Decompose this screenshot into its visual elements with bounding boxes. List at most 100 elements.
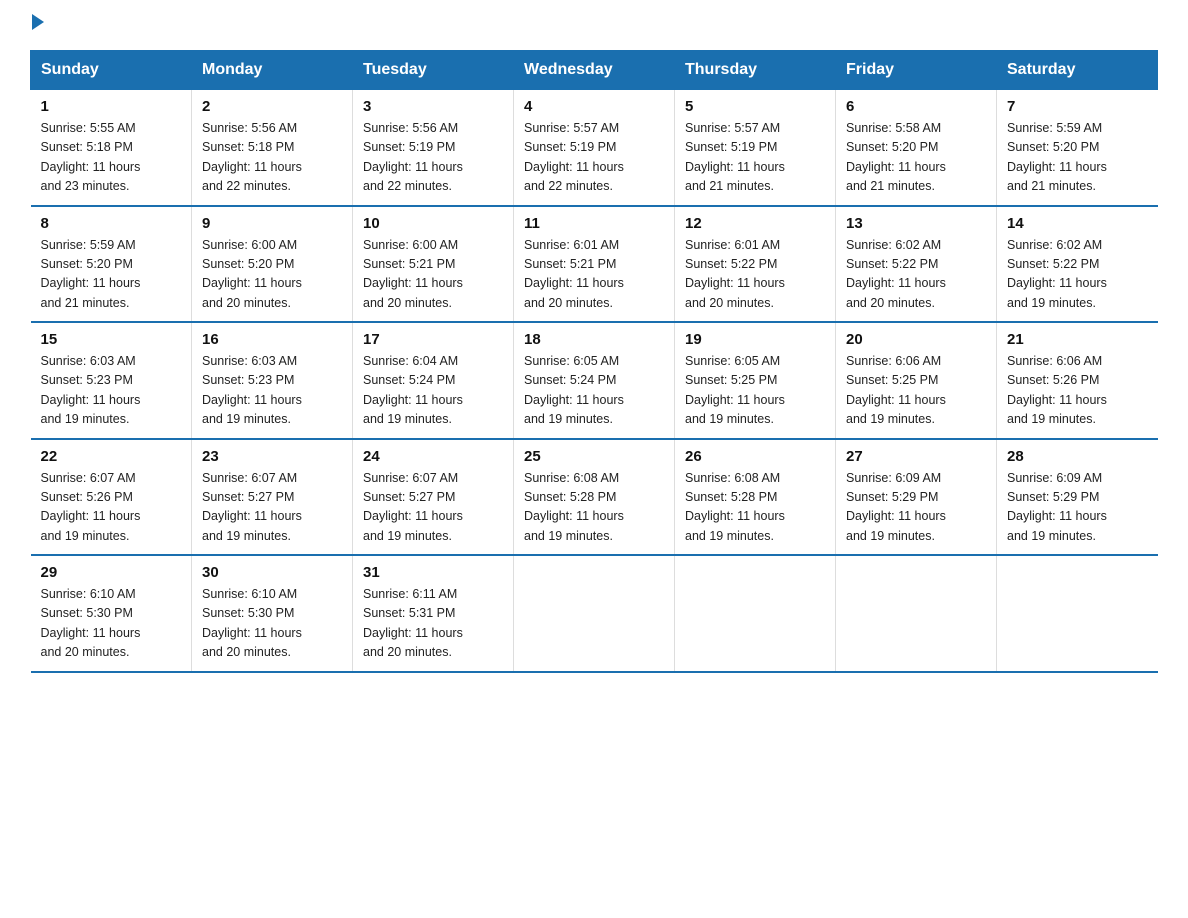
day-cell: 9 Sunrise: 6:00 AM Sunset: 5:20 PM Dayli… [192, 206, 353, 323]
day-cell: 13 Sunrise: 6:02 AM Sunset: 5:22 PM Dayl… [836, 206, 997, 323]
page-header [30, 20, 1158, 30]
day-info: Sunrise: 6:03 AM Sunset: 5:23 PM Dayligh… [202, 352, 342, 430]
day-cell [836, 555, 997, 672]
day-number: 31 [363, 564, 503, 581]
day-cell: 4 Sunrise: 5:57 AM Sunset: 5:19 PM Dayli… [514, 90, 675, 206]
day-number: 15 [41, 331, 182, 348]
day-number: 28 [1007, 448, 1148, 465]
day-number: 6 [846, 98, 986, 115]
day-cell: 29 Sunrise: 6:10 AM Sunset: 5:30 PM Dayl… [31, 555, 192, 672]
day-cell: 3 Sunrise: 5:56 AM Sunset: 5:19 PM Dayli… [353, 90, 514, 206]
day-number: 26 [685, 448, 825, 465]
day-cell: 11 Sunrise: 6:01 AM Sunset: 5:21 PM Dayl… [514, 206, 675, 323]
day-cell: 27 Sunrise: 6:09 AM Sunset: 5:29 PM Dayl… [836, 439, 997, 556]
day-number: 17 [363, 331, 503, 348]
header-cell-friday: Friday [836, 51, 997, 90]
day-number: 11 [524, 215, 664, 232]
day-number: 3 [363, 98, 503, 115]
day-info: Sunrise: 6:03 AM Sunset: 5:23 PM Dayligh… [41, 352, 182, 430]
day-cell: 24 Sunrise: 6:07 AM Sunset: 5:27 PM Dayl… [353, 439, 514, 556]
calendar-body: 1 Sunrise: 5:55 AM Sunset: 5:18 PM Dayli… [31, 90, 1158, 672]
day-number: 4 [524, 98, 664, 115]
calendar-table: SundayMondayTuesdayWednesdayThursdayFrid… [30, 50, 1158, 673]
day-number: 14 [1007, 215, 1148, 232]
day-cell: 17 Sunrise: 6:04 AM Sunset: 5:24 PM Dayl… [353, 322, 514, 439]
day-number: 21 [1007, 331, 1148, 348]
day-cell: 7 Sunrise: 5:59 AM Sunset: 5:20 PM Dayli… [997, 90, 1158, 206]
day-number: 18 [524, 331, 664, 348]
day-cell: 6 Sunrise: 5:58 AM Sunset: 5:20 PM Dayli… [836, 90, 997, 206]
day-info: Sunrise: 6:09 AM Sunset: 5:29 PM Dayligh… [1007, 469, 1148, 547]
day-info: Sunrise: 6:08 AM Sunset: 5:28 PM Dayligh… [685, 469, 825, 547]
day-info: Sunrise: 6:00 AM Sunset: 5:21 PM Dayligh… [363, 236, 503, 314]
day-info: Sunrise: 6:07 AM Sunset: 5:27 PM Dayligh… [202, 469, 342, 547]
day-number: 27 [846, 448, 986, 465]
day-cell [997, 555, 1158, 672]
day-info: Sunrise: 6:06 AM Sunset: 5:26 PM Dayligh… [1007, 352, 1148, 430]
day-number: 8 [41, 215, 182, 232]
header-row: SundayMondayTuesdayWednesdayThursdayFrid… [31, 51, 1158, 90]
day-cell: 1 Sunrise: 5:55 AM Sunset: 5:18 PM Dayli… [31, 90, 192, 206]
day-info: Sunrise: 5:55 AM Sunset: 5:18 PM Dayligh… [41, 119, 182, 197]
day-cell: 30 Sunrise: 6:10 AM Sunset: 5:30 PM Dayl… [192, 555, 353, 672]
week-row-5: 29 Sunrise: 6:10 AM Sunset: 5:30 PM Dayl… [31, 555, 1158, 672]
logo-arrow-icon [32, 14, 44, 30]
week-row-2: 8 Sunrise: 5:59 AM Sunset: 5:20 PM Dayli… [31, 206, 1158, 323]
day-info: Sunrise: 6:10 AM Sunset: 5:30 PM Dayligh… [41, 585, 182, 663]
day-number: 20 [846, 331, 986, 348]
header-cell-tuesday: Tuesday [353, 51, 514, 90]
header-cell-thursday: Thursday [675, 51, 836, 90]
day-info: Sunrise: 6:07 AM Sunset: 5:26 PM Dayligh… [41, 469, 182, 547]
day-cell: 25 Sunrise: 6:08 AM Sunset: 5:28 PM Dayl… [514, 439, 675, 556]
day-info: Sunrise: 6:01 AM Sunset: 5:22 PM Dayligh… [685, 236, 825, 314]
day-info: Sunrise: 6:01 AM Sunset: 5:21 PM Dayligh… [524, 236, 664, 314]
day-info: Sunrise: 5:57 AM Sunset: 5:19 PM Dayligh… [685, 119, 825, 197]
header-cell-monday: Monday [192, 51, 353, 90]
day-cell: 20 Sunrise: 6:06 AM Sunset: 5:25 PM Dayl… [836, 322, 997, 439]
day-cell: 8 Sunrise: 5:59 AM Sunset: 5:20 PM Dayli… [31, 206, 192, 323]
week-row-4: 22 Sunrise: 6:07 AM Sunset: 5:26 PM Dayl… [31, 439, 1158, 556]
day-cell: 22 Sunrise: 6:07 AM Sunset: 5:26 PM Dayl… [31, 439, 192, 556]
day-number: 24 [363, 448, 503, 465]
day-number: 5 [685, 98, 825, 115]
day-info: Sunrise: 6:02 AM Sunset: 5:22 PM Dayligh… [1007, 236, 1148, 314]
day-info: Sunrise: 6:10 AM Sunset: 5:30 PM Dayligh… [202, 585, 342, 663]
day-number: 25 [524, 448, 664, 465]
day-cell [675, 555, 836, 672]
day-number: 29 [41, 564, 182, 581]
day-info: Sunrise: 5:59 AM Sunset: 5:20 PM Dayligh… [41, 236, 182, 314]
day-info: Sunrise: 6:02 AM Sunset: 5:22 PM Dayligh… [846, 236, 986, 314]
day-info: Sunrise: 6:06 AM Sunset: 5:25 PM Dayligh… [846, 352, 986, 430]
day-cell: 10 Sunrise: 6:00 AM Sunset: 5:21 PM Dayl… [353, 206, 514, 323]
day-number: 30 [202, 564, 342, 581]
day-info: Sunrise: 6:07 AM Sunset: 5:27 PM Dayligh… [363, 469, 503, 547]
day-number: 9 [202, 215, 342, 232]
day-cell: 23 Sunrise: 6:07 AM Sunset: 5:27 PM Dayl… [192, 439, 353, 556]
day-cell [514, 555, 675, 672]
day-number: 22 [41, 448, 182, 465]
day-cell: 15 Sunrise: 6:03 AM Sunset: 5:23 PM Dayl… [31, 322, 192, 439]
week-row-1: 1 Sunrise: 5:55 AM Sunset: 5:18 PM Dayli… [31, 90, 1158, 206]
logo[interactable] [30, 20, 44, 30]
calendar-header: SundayMondayTuesdayWednesdayThursdayFrid… [31, 51, 1158, 90]
day-info: Sunrise: 6:05 AM Sunset: 5:24 PM Dayligh… [524, 352, 664, 430]
day-info: Sunrise: 6:08 AM Sunset: 5:28 PM Dayligh… [524, 469, 664, 547]
day-number: 19 [685, 331, 825, 348]
day-number: 16 [202, 331, 342, 348]
day-cell: 18 Sunrise: 6:05 AM Sunset: 5:24 PM Dayl… [514, 322, 675, 439]
day-cell: 26 Sunrise: 6:08 AM Sunset: 5:28 PM Dayl… [675, 439, 836, 556]
day-number: 23 [202, 448, 342, 465]
day-cell: 31 Sunrise: 6:11 AM Sunset: 5:31 PM Dayl… [353, 555, 514, 672]
day-info: Sunrise: 6:00 AM Sunset: 5:20 PM Dayligh… [202, 236, 342, 314]
day-number: 12 [685, 215, 825, 232]
day-info: Sunrise: 6:04 AM Sunset: 5:24 PM Dayligh… [363, 352, 503, 430]
day-cell: 21 Sunrise: 6:06 AM Sunset: 5:26 PM Dayl… [997, 322, 1158, 439]
day-cell: 14 Sunrise: 6:02 AM Sunset: 5:22 PM Dayl… [997, 206, 1158, 323]
day-info: Sunrise: 5:56 AM Sunset: 5:18 PM Dayligh… [202, 119, 342, 197]
day-cell: 5 Sunrise: 5:57 AM Sunset: 5:19 PM Dayli… [675, 90, 836, 206]
day-cell: 28 Sunrise: 6:09 AM Sunset: 5:29 PM Dayl… [997, 439, 1158, 556]
header-cell-wednesday: Wednesday [514, 51, 675, 90]
week-row-3: 15 Sunrise: 6:03 AM Sunset: 5:23 PM Dayl… [31, 322, 1158, 439]
day-info: Sunrise: 6:05 AM Sunset: 5:25 PM Dayligh… [685, 352, 825, 430]
day-info: Sunrise: 6:11 AM Sunset: 5:31 PM Dayligh… [363, 585, 503, 663]
